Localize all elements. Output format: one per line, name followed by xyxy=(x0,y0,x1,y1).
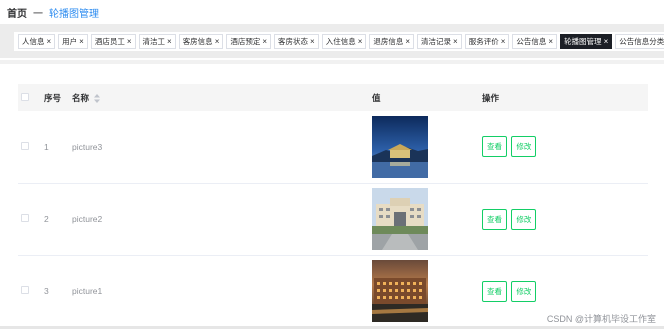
close-icon[interactable]: × xyxy=(501,37,506,46)
tab-item[interactable]: 清洁工 × xyxy=(138,34,176,49)
tab-label: 酒店员工 xyxy=(94,37,125,46)
row-index: 1 xyxy=(44,141,49,152)
tab-label: 退房信息 xyxy=(373,37,404,46)
close-icon[interactable]: × xyxy=(604,37,609,46)
close-icon[interactable]: × xyxy=(262,37,267,46)
tab-item[interactable]: 客房信息 × xyxy=(178,34,224,49)
breadcrumb-home[interactable]: 首页 xyxy=(7,5,27,20)
select-all-checkbox[interactable] xyxy=(21,92,29,101)
row-index: 2 xyxy=(44,214,49,224)
close-icon[interactable]: × xyxy=(47,37,52,46)
row-checkbox[interactable] xyxy=(21,286,29,294)
content-divider xyxy=(0,60,664,64)
tab-item[interactable]: 服务评价 × xyxy=(464,34,510,49)
tab-label: 用户 xyxy=(62,37,78,46)
header-index: 序号 xyxy=(44,92,62,103)
tab-item[interactable]: 客房状态 × xyxy=(274,34,319,49)
close-icon[interactable]: × xyxy=(79,37,84,46)
tab-label: 服务评价 xyxy=(468,37,499,46)
close-icon[interactable]: × xyxy=(215,37,220,46)
tab-item[interactable]: 退房信息 × xyxy=(369,34,415,49)
table-row: 2 picture2 查看 修改 xyxy=(18,183,648,255)
view-button[interactable]: 查看 xyxy=(482,136,507,158)
breadcrumb-current: 轮播图管理 xyxy=(49,8,99,20)
row-name: picture2 xyxy=(72,214,103,224)
close-icon[interactable]: × xyxy=(127,37,132,46)
row-index: 3 xyxy=(44,286,49,296)
close-icon[interactable]: × xyxy=(167,37,172,46)
view-button[interactable]: 查看 xyxy=(482,208,507,230)
tab-item[interactable]: 入住信息 × xyxy=(321,34,367,49)
tab-label: 客房信息 xyxy=(182,37,213,46)
tab-item[interactable]: 酒店员工 × xyxy=(90,34,136,49)
close-icon[interactable]: × xyxy=(310,37,315,46)
tab-label: 客房状态 xyxy=(278,37,309,46)
header-value: 值 xyxy=(372,92,381,103)
tab-label: 清洁记录 xyxy=(421,37,452,46)
close-icon[interactable]: × xyxy=(405,37,410,46)
table-header-row: 序号 名称 值 操作 xyxy=(18,84,648,111)
tab-label: 人信息 xyxy=(22,37,45,46)
tab-item[interactable]: 轮播图管理 × xyxy=(560,34,613,49)
row-name: picture3 xyxy=(72,141,103,152)
row-checkbox[interactable] xyxy=(21,141,29,150)
tab-label: 入住信息 xyxy=(325,37,356,46)
breadcrumb-separator: 一 xyxy=(33,8,43,20)
tab-item[interactable]: 公告信息 × xyxy=(512,34,558,49)
header-name-label: 名称 xyxy=(72,92,90,103)
tab-label: 公告信息分类 xyxy=(619,37,664,46)
close-icon[interactable]: × xyxy=(358,37,363,46)
row-name: picture1 xyxy=(72,286,103,296)
tags-view-bar: 人信息 × 用户 × 酒店员工 × 清洁工 × 客房信息 × 酒店预定 × 客房状态 × 入住信息 × 退房信息… xyxy=(14,32,664,51)
tab-item[interactable]: 人信息 × xyxy=(18,34,56,49)
tab-item[interactable]: 用户 × xyxy=(58,34,88,49)
sort-caret-icon[interactable] xyxy=(94,93,101,103)
carousel-image-thumbnail[interactable] xyxy=(372,188,428,250)
view-button[interactable]: 查看 xyxy=(482,280,507,302)
edit-button[interactable]: 修改 xyxy=(511,208,537,230)
tab-label: 清洁工 xyxy=(142,37,166,46)
close-icon[interactable]: × xyxy=(453,37,458,46)
breadcrumb: 首页 一 轮播图管理 xyxy=(7,4,99,20)
tab-label: 公告信息 xyxy=(516,37,547,46)
edit-button[interactable]: 修改 xyxy=(511,136,537,158)
close-icon[interactable]: × xyxy=(548,37,553,46)
tags-view-area: 人信息 × 用户 × 酒店员工 × 清洁工 × 客房信息 × 酒店预定 × 客房状态 × 入住信息 × 退房信息… xyxy=(0,24,664,58)
carousel-table: 序号 名称 值 操作 1 picture3 查看 修改 2 picture2 查… xyxy=(18,84,648,328)
tab-item[interactable]: 公告信息分类× xyxy=(615,34,664,49)
header-actions: 操作 xyxy=(482,92,500,103)
carousel-image-thumbnail[interactable] xyxy=(372,260,428,322)
header-name[interactable]: 名称 xyxy=(72,84,372,111)
tab-label: 酒店预定 xyxy=(230,37,261,46)
edit-button[interactable]: 修改 xyxy=(511,280,537,302)
table-row: 1 picture3 查看 修改 xyxy=(18,111,648,183)
tab-label: 轮播图管理 xyxy=(564,37,602,46)
row-checkbox[interactable] xyxy=(21,214,29,222)
carousel-image-thumbnail[interactable] xyxy=(372,115,428,178)
watermark: CSDN @计算机毕设工作室 xyxy=(546,314,656,324)
tab-item[interactable]: 清洁记录 × xyxy=(417,34,462,49)
tab-item[interactable]: 酒店预定 × xyxy=(226,34,272,49)
